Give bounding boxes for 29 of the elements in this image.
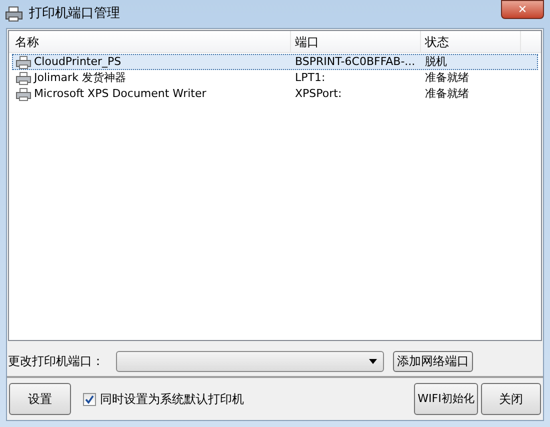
wifi-init-button[interactable]: WIFI初始化 <box>414 383 478 415</box>
settings-button[interactable]: 设置 <box>9 383 71 415</box>
checkbox-label: 同时设置为系统默认打印机 <box>100 391 244 408</box>
close-dialog-button[interactable]: 关闭 <box>481 383 541 415</box>
status-cell-text: 准备就绪 <box>424 70 470 86</box>
printer-name: CloudPrinter_PS <box>34 54 122 70</box>
printer-row[interactable]: CloudPrinter_PS BSPRINT-6C0BFFAB-... 脱机 <box>12 54 538 70</box>
window-title: 打印机端口管理 <box>29 5 120 24</box>
printer-row[interactable]: Jolimark 发货神器 LPT1: 准备就绪 <box>12 70 538 86</box>
printer-name: Jolimark 发货神器 <box>34 70 126 86</box>
status-cell-text: 脱机 <box>424 54 448 70</box>
column-header[interactable]: 名称 <box>9 31 291 52</box>
printer-icon <box>16 72 31 84</box>
caret-icon <box>369 358 377 364</box>
add-port-button[interactable]: 添加网络端口 <box>393 350 473 372</box>
printer-name: Microsoft XPS Document Writer <box>34 86 206 102</box>
status-cell-text: 准备就绪 <box>424 86 470 102</box>
port-cell-text: LPT1: <box>294 70 326 86</box>
port-dropdown[interactable] <box>116 350 384 372</box>
column-header[interactable]: 端口 <box>291 31 421 52</box>
printer-icon <box>5 6 23 22</box>
column-header[interactable]: 状态 <box>421 31 521 52</box>
printer-row[interactable]: Microsoft XPS Document Writer XPSPort: 准备就绪 <box>12 86 538 102</box>
printer-icon <box>16 88 31 100</box>
printer-icon <box>16 56 31 68</box>
port-label: 更改打印机端口： <box>8 353 105 370</box>
checkbox[interactable] <box>83 392 96 406</box>
port-cell-text: XPSPort: <box>294 86 343 102</box>
port-cell-text: BSPRINT-6C0BFFAB-... <box>294 54 416 70</box>
